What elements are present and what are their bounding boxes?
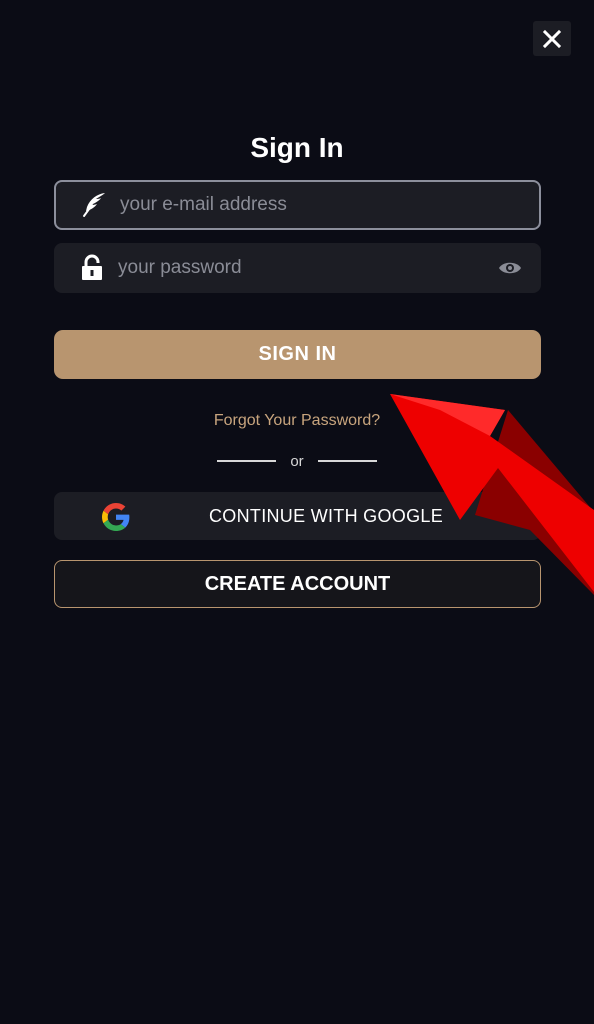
close-button[interactable]: [533, 21, 571, 56]
forgot-password-link[interactable]: Forgot Your Password?: [0, 410, 594, 432]
or-divider: or: [0, 450, 594, 472]
close-icon: [542, 29, 562, 48]
password-field[interactable]: [54, 243, 541, 293]
email-field[interactable]: [54, 180, 541, 230]
sign-in-button[interactable]: SIGN IN: [54, 330, 541, 379]
google-button-label: CONTINUE WITH GOOGLE: [209, 506, 444, 526]
google-icon: [102, 503, 130, 531]
google-sign-in-button[interactable]: CONTINUE WITH GOOGLE: [54, 492, 541, 540]
divider-text: or: [290, 452, 304, 470]
eye-icon[interactable]: [497, 258, 523, 278]
sign-in-screen: Sign In SIGN IN Forgot You: [0, 0, 594, 1024]
email-input[interactable]: [120, 182, 480, 228]
divider-line-right: [317, 460, 377, 462]
page-title: Sign In: [250, 132, 344, 163]
password-input[interactable]: [118, 243, 478, 293]
feather-icon: [80, 191, 108, 219]
create-account-button[interactable]: CREATE ACCOUNT: [54, 560, 541, 608]
divider-line-left: [217, 460, 277, 462]
lock-icon: [78, 254, 106, 282]
